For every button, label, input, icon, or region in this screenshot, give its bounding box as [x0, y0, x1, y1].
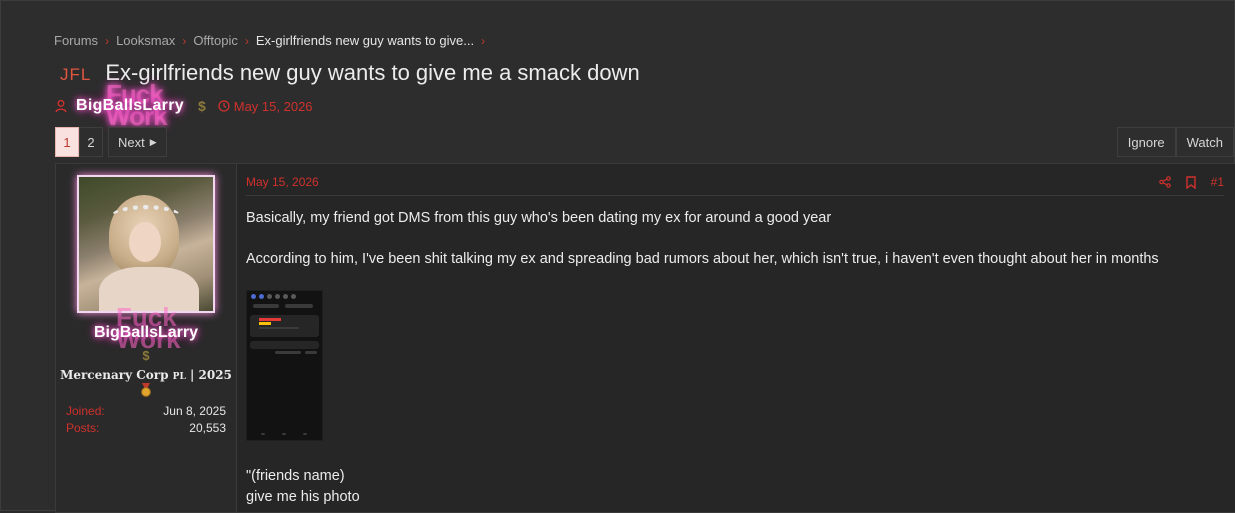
- post-username[interactable]: BigBallsLarry: [56, 324, 236, 342]
- ignore-button[interactable]: Ignore: [1116, 127, 1176, 157]
- thread-author-link[interactable]: Fuck Work BigBallsLarry: [76, 81, 184, 129]
- chevron-right-icon: ›: [481, 33, 486, 48]
- post-tools: #1: [1145, 175, 1224, 189]
- page-2-button[interactable]: 2: [79, 127, 103, 157]
- breadcrumb-forums[interactable]: Forums: [54, 33, 98, 48]
- joined-stat: Joined: Jun 8, 2025: [66, 404, 226, 418]
- avatar[interactable]: [77, 175, 215, 313]
- thread-meta: Fuck Work BigBallsLarry $ May 15, 2026: [54, 81, 313, 129]
- post-content: May 15, 2026 #1 Basically, my friend got…: [246, 164, 1226, 512]
- caret-right-icon: ▶: [149, 136, 157, 147]
- user-title-year: | 2025: [189, 368, 232, 382]
- breadcrumb: Forums › Looksmax › Offtopic › Ex-girlfr…: [54, 33, 492, 48]
- clock-icon: [218, 100, 230, 112]
- page-title: Ex-girlfriends new guy wants to give me …: [105, 60, 640, 85]
- post-paragraph: According to him, I've been shit talking…: [246, 251, 1159, 267]
- post-user-column: Fuck Work BigBallsLarry $ Mercenary Corp…: [56, 164, 237, 512]
- dollar-icon: $: [197, 98, 206, 114]
- thread-prefix[interactable]: JFL: [60, 65, 91, 85]
- medal-icon: [141, 383, 151, 397]
- chevron-right-icon: ›: [182, 33, 187, 48]
- post-paragraph: Basically, my friend got DMS from this g…: [246, 210, 832, 226]
- post-date[interactable]: May 15, 2026: [246, 175, 319, 189]
- joined-label: Joined:: [66, 404, 105, 418]
- watch-button[interactable]: Watch: [1175, 127, 1234, 157]
- post-body: Basically, my friend got DMS from this g…: [246, 208, 1221, 269]
- share-icon[interactable]: [1158, 176, 1171, 188]
- thread-actions: Ignore Watch: [1116, 127, 1234, 157]
- bookmark-icon[interactable]: [1185, 175, 1197, 189]
- thread-title-row: JFL Ex-girlfriends new guy wants to give…: [60, 60, 640, 86]
- breadcrumb-offtopic[interactable]: Offtopic: [193, 33, 238, 48]
- dollar-icon: $: [142, 348, 150, 363]
- next-page-button[interactable]: Next ▶: [108, 127, 167, 157]
- breadcrumb-thread[interactable]: Ex-girlfriends new guy wants to give...: [256, 33, 474, 48]
- thread-date-text: May 15, 2026: [233, 98, 313, 114]
- posts-label: Posts:: [66, 421, 100, 435]
- quoted-text: "(friends name) give me his photo: [246, 466, 360, 508]
- author-name: BigBallsLarry: [76, 97, 184, 114]
- posts-value: 20,553: [189, 421, 226, 435]
- breadcrumb-looksmax[interactable]: Looksmax: [116, 33, 175, 48]
- chevron-right-icon: ›: [244, 33, 249, 48]
- post-header: May 15, 2026 #1: [246, 175, 1224, 196]
- user-title-sub: PL: [172, 372, 186, 382]
- chevron-right-icon: ›: [105, 33, 110, 48]
- user-icon: [55, 99, 67, 113]
- quote-line: "(friends name): [246, 468, 345, 484]
- attached-screenshot[interactable]: [246, 290, 323, 441]
- post-container: Fuck Work BigBallsLarry $ Mercenary Corp…: [55, 163, 1235, 513]
- thread-date[interactable]: May 15, 2026: [218, 99, 313, 114]
- post-number[interactable]: #1: [1211, 175, 1224, 189]
- next-label: Next: [118, 134, 145, 150]
- quote-line: give me his photo: [246, 489, 360, 505]
- joined-value: Jun 8, 2025: [163, 404, 226, 418]
- posts-stat: Posts: 20,553: [66, 421, 226, 435]
- page-1-button[interactable]: 1: [55, 127, 79, 157]
- pagination: 1 2 Next ▶: [55, 127, 167, 157]
- user-title-main: Mercenary Corp: [60, 368, 169, 382]
- user-title: Mercenary Corp PL | 2025: [56, 368, 236, 382]
